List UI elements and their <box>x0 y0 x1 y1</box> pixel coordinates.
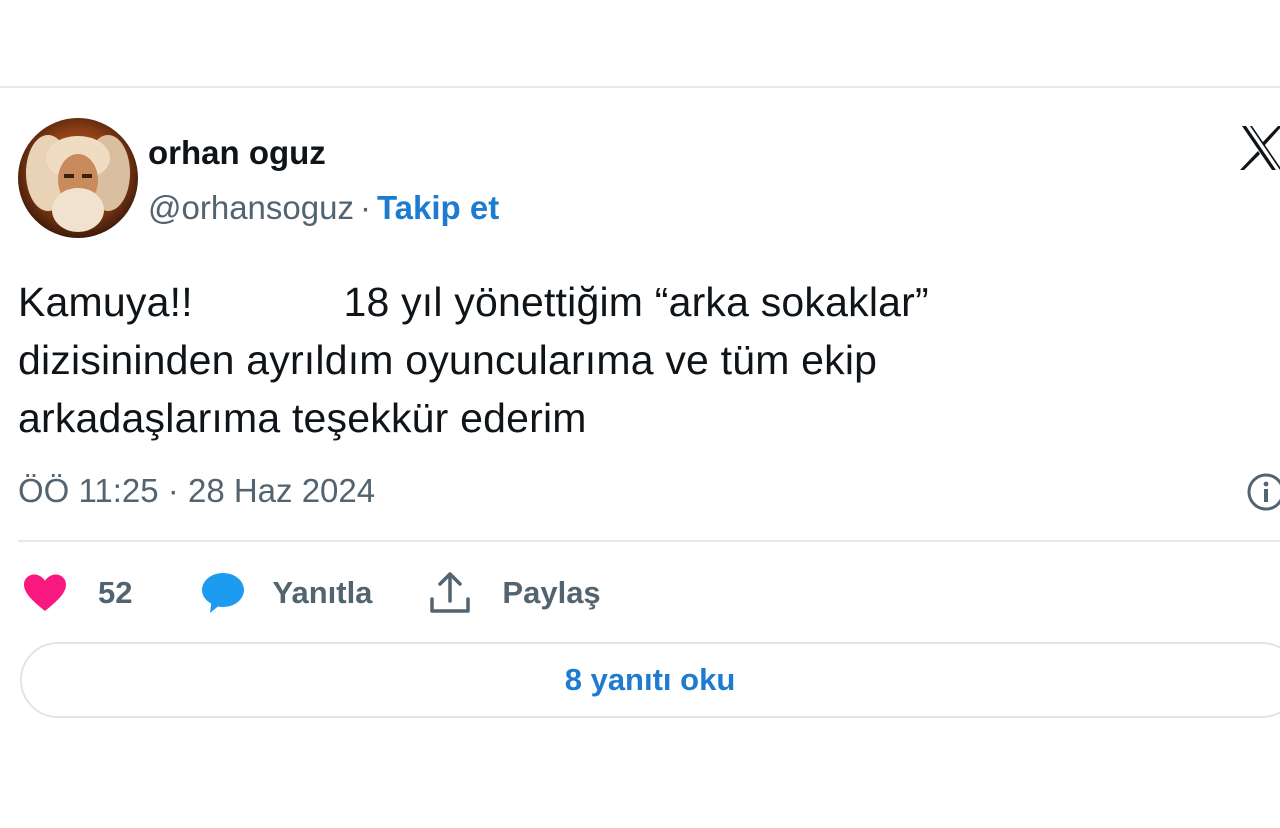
read-replies-button[interactable]: 8 yanıtı oku <box>20 642 1280 718</box>
avatar[interactable] <box>18 118 138 238</box>
handle-separator: · <box>359 189 371 226</box>
x-logo-icon[interactable] <box>1240 122 1280 174</box>
like-button[interactable]: 52 <box>22 573 132 613</box>
heart-icon <box>24 574 66 611</box>
author-handle[interactable]: @orhansoguz <box>148 189 354 226</box>
share-button[interactable]: Paylaş <box>428 571 601 615</box>
action-row: 52 Yanıtla Paylaş <box>22 568 601 618</box>
divider <box>18 540 1280 542</box>
author-name[interactable]: orhan oguz <box>148 134 326 172</box>
speech-bubble-icon <box>202 573 245 613</box>
avatar-image <box>18 118 138 238</box>
read-replies-label: 8 yanıtı oku <box>564 662 736 697</box>
reply-button[interactable]: Yanıtla <box>200 571 372 615</box>
handle-row: @orhansoguz · Takip et <box>148 189 499 227</box>
share-label: Paylaş <box>502 575 601 610</box>
tweet-text: Kamuya!! 18 yıl yönettiğim “arka sokakla… <box>18 279 929 441</box>
tweet-timestamp[interactable]: ÖÖ 11:25 · 28 Haz 2024 <box>18 472 375 510</box>
reply-label: Yanıtla <box>272 575 373 610</box>
top-border <box>0 86 1280 88</box>
follow-link[interactable]: Takip et <box>377 189 499 226</box>
info-icon[interactable] <box>1246 472 1280 512</box>
share-upload-icon <box>430 572 471 613</box>
like-count: 52 <box>98 575 133 610</box>
